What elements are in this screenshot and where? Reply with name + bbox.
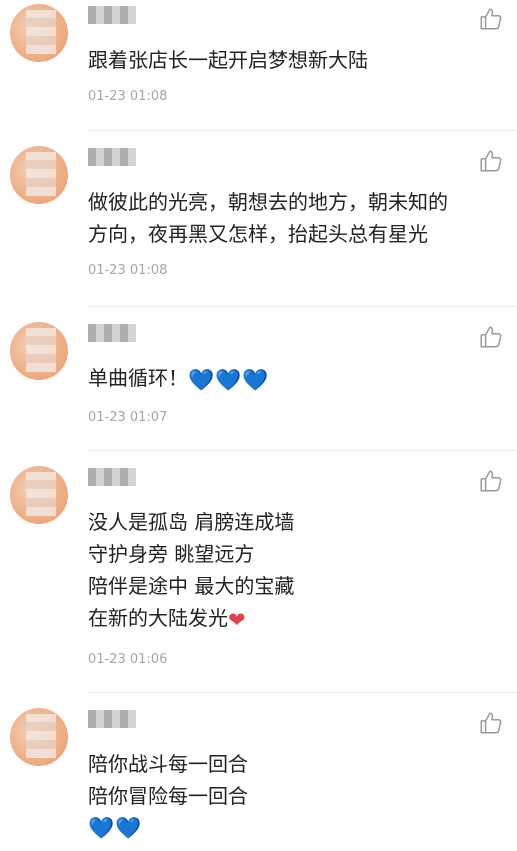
username[interactable]: 用户 — [88, 148, 136, 166]
comment-item: 用户 做彼此的光亮，朝想去的地方，朝未知的 方向，夜再黑又怎样，抬起头总有星光 … — [0, 146, 517, 307]
blue-heart-emoji: 💙💙💙 — [188, 368, 270, 392]
like-button[interactable] — [478, 468, 504, 494]
comment-item: 用户 跟着张店长一起开启梦想新大陆 01-23 01:08 — [0, 4, 517, 134]
thumbs-up-icon — [480, 712, 502, 734]
divider — [88, 130, 517, 131]
username[interactable]: 用户 — [88, 710, 136, 728]
thumbs-up-icon — [480, 470, 502, 492]
thumbs-up-icon — [480, 326, 502, 348]
divider — [88, 450, 517, 451]
comment-item: 用户 没人是孤岛 肩膀连成墙 守护身旁 眺望远方 陪伴是途中 最大的宝藏 在新的… — [0, 466, 517, 693]
avatar[interactable] — [10, 4, 68, 62]
username[interactable]: 用户 — [88, 468, 136, 486]
comment-line: 在新的大陆发光 — [88, 606, 228, 630]
like-button[interactable] — [478, 6, 504, 32]
comment-time: 01-23 01:06 — [88, 652, 168, 667]
like-button[interactable] — [478, 710, 504, 736]
comment-text: 没人是孤岛 肩膀连成墙 守护身旁 眺望远方 陪伴是途中 最大的宝藏 在新的大陆发… — [88, 510, 295, 632]
comment-text: 单曲循环！💙💙💙 — [88, 362, 508, 396]
username[interactable]: 用户 — [88, 324, 136, 342]
comment-time: 01-23 01:08 — [88, 263, 168, 278]
avatar[interactable] — [10, 146, 68, 204]
divider — [88, 306, 517, 307]
comment-time: 01-23 01:08 — [88, 89, 168, 104]
comment-time: 01-23 01:07 — [88, 410, 168, 425]
avatar[interactable] — [10, 708, 68, 766]
comment-text: 跟着张店长一起开启梦想新大陆 — [88, 48, 368, 72]
thumbs-up-icon — [480, 150, 502, 172]
comment-line: 单曲循环！ — [88, 366, 188, 390]
comment-item: 用户 陪你战斗每一回合 陪你冒险每一回合 💙💙 — [0, 708, 517, 851]
avatar[interactable] — [10, 466, 68, 524]
avatar[interactable] — [10, 322, 68, 380]
blue-heart-emoji: 💙💙 — [88, 816, 143, 840]
divider — [88, 692, 517, 693]
comment-text: 陪你战斗每一回合 陪你冒险每一回合 💙💙 — [88, 748, 508, 844]
red-heart-emoji: ❤ — [228, 608, 247, 632]
like-button[interactable] — [478, 148, 504, 174]
thumbs-up-icon — [480, 8, 502, 30]
comment-text: 做彼此的光亮，朝想去的地方，朝未知的 方向，夜再黑又怎样，抬起头总有星光 — [88, 190, 448, 246]
username[interactable]: 用户 — [88, 6, 136, 24]
like-button[interactable] — [478, 324, 504, 350]
comment-item: 用户 单曲循环！💙💙💙 01-23 01:07 — [0, 322, 517, 452]
